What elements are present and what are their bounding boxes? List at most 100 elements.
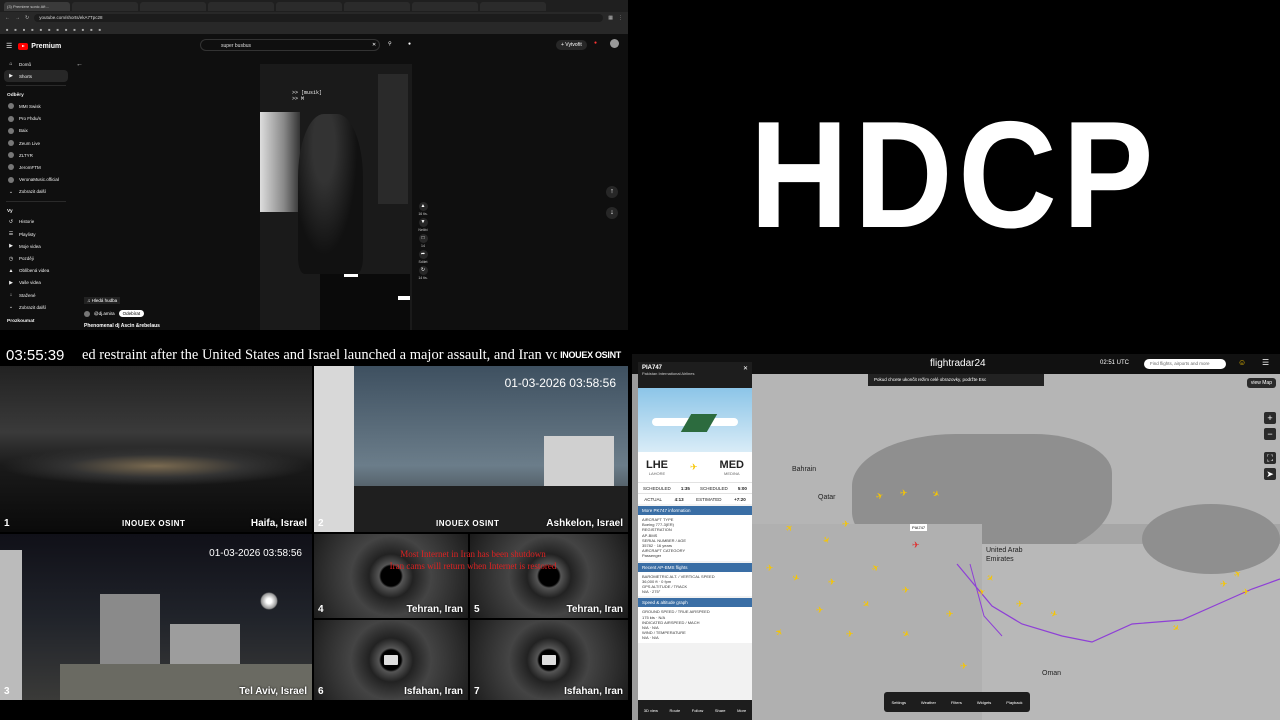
channel-name[interactable]: @dj.amira (94, 311, 115, 316)
browser-tab[interactable] (412, 1, 478, 11)
sidebar-item-show-more[interactable]: ⌄ Zobrazit další (0, 301, 72, 313)
bookmark-item[interactable]: ■ (6, 27, 8, 32)
search-icon[interactable]: ⚲ (388, 41, 392, 47)
bookmark-item[interactable]: ■ (65, 27, 67, 32)
section-more-info[interactable]: More PK747 information (638, 506, 752, 515)
forward-icon[interactable]: → (15, 15, 20, 21)
sidebar-item-subscription[interactable]: ZLTYR (0, 149, 72, 161)
section-speed-graph[interactable]: Speed & altitude graph (638, 598, 752, 608)
reload-icon[interactable]: ↻ (25, 15, 29, 21)
hamburger-icon[interactable]: ☰ (1262, 358, 1269, 367)
3d-view-button[interactable]: 3D view (644, 708, 658, 713)
extensions-icon[interactable]: ▦ (608, 15, 613, 21)
map[interactable]: Bahrain Qatar United Arab Emirates Oman P… (752, 374, 1280, 720)
aircraft-icon[interactable]: ✈ (960, 662, 968, 671)
aircraft-icon[interactable]: ✈ (946, 610, 954, 619)
microphone-icon[interactable]: ● (408, 41, 411, 47)
bookmark-item[interactable]: ■ (57, 27, 59, 32)
share-button[interactable]: Share (715, 708, 726, 713)
browser-tab[interactable] (344, 1, 410, 11)
zoom-out-button[interactable]: − (1264, 428, 1276, 440)
flightradar-logo[interactable]: flightradar24 (930, 358, 986, 369)
camera-feed-tehran-1[interactable]: 4 Tehran, Iran (314, 534, 468, 618)
aircraft-icon[interactable]: ✈ (846, 630, 854, 639)
camera-feed-tehran-2[interactable]: 5 Tehran, Iran (470, 534, 628, 618)
bookmark-item[interactable]: ■ (23, 27, 25, 32)
fullscreen-icon[interactable]: ⛶ (1264, 452, 1276, 464)
filters-button[interactable]: Filters (951, 700, 962, 705)
sidebar-item-subscription[interactable]: VeronaMusic.official (0, 174, 72, 186)
sidebar-item-shorts[interactable]: ▶ Shorts (4, 70, 68, 83)
browser-tab[interactable] (480, 1, 546, 11)
bookmark-item[interactable]: ■ (14, 27, 16, 32)
aircraft-icon[interactable]: ✈ (766, 564, 774, 573)
youtube-logo[interactable]: Premium (18, 42, 61, 50)
route-button[interactable]: Route (670, 708, 681, 713)
you-heading[interactable]: Vy (0, 205, 72, 216)
browser-tab[interactable] (140, 1, 206, 11)
search-input[interactable]: super busbus (200, 39, 380, 51)
sidebar-item-show-more[interactable]: ⌄ Zobrazit další (0, 186, 72, 198)
aircraft-icon[interactable]: ✈ (1016, 600, 1024, 609)
camera-feed-ashkelon[interactable]: 01-03-2026 03:58:56 2 INOUEX OSINT Ashke… (314, 366, 628, 532)
destination[interactable]: MED MEDINA (720, 459, 744, 476)
address-bar[interactable]: youtube.com/shorts/ekA7Tpc28 (34, 14, 604, 22)
weather-button[interactable]: Weather (921, 700, 936, 705)
back-arrow-icon[interactable]: ← (76, 61, 83, 68)
bookmark-item[interactable]: ■ (82, 27, 84, 32)
sidebar-item-liked[interactable]: ▲ Oblíbená videa (0, 265, 72, 277)
bookmark-item[interactable]: ■ (73, 27, 75, 32)
browser-tab[interactable]: (3) Premiere sonic Aft… (4, 1, 70, 11)
browser-tab[interactable] (208, 1, 274, 11)
sidebar-item-playlists[interactable]: ☰ Playlisty (0, 228, 72, 240)
clear-search-icon[interactable]: ✕ (372, 42, 376, 48)
camera-feed-isfahan-1[interactable]: 6 Isfahan, Iran (314, 620, 468, 700)
map-style-button[interactable]: view Map (1246, 378, 1276, 388)
aircraft-icon[interactable]: ✈ (900, 489, 908, 498)
sidebar-item-subscription[interactable]: JeromFTM (0, 161, 72, 173)
search-input[interactable]: Find flights, airports and more (1144, 359, 1226, 369)
menu-icon[interactable]: ⋮ (618, 15, 623, 21)
back-icon[interactable]: ← (5, 15, 10, 21)
aircraft-icon[interactable]: ✈ (902, 586, 910, 595)
widgets-button[interactable]: Widgets (977, 700, 991, 705)
sidebar-item-watch-later[interactable]: ◷ Později (0, 252, 72, 264)
user-icon[interactable]: ☺ (1238, 358, 1246, 367)
camera-feed-haifa[interactable]: 1 INOUEX OSINT Haifa, Israel (0, 366, 312, 532)
selected-aircraft-icon[interactable]: ✈ (912, 541, 920, 550)
aircraft-icon[interactable]: ✈ (842, 520, 850, 529)
bookmark-item[interactable]: ■ (48, 27, 50, 32)
create-button[interactable]: + Vytvořit (556, 40, 587, 50)
section-recent-flights[interactable]: Recent AP-BMS flights (638, 562, 752, 572)
settings-button[interactable]: Settings (891, 700, 905, 705)
notifications-icon[interactable]: ● (594, 40, 597, 46)
playback-button[interactable]: Playback (1006, 700, 1022, 705)
sidebar-item-your-videos[interactable]: ▶ Vaše videa (0, 277, 72, 289)
bookmark-item[interactable]: ■ (40, 27, 42, 32)
sidebar-item-history[interactable]: ↺ Historie (0, 216, 72, 228)
share-icon[interactable]: ➦ (418, 250, 428, 259)
channel-avatar[interactable] (84, 310, 90, 317)
bookmark-item[interactable]: ■ (31, 27, 33, 32)
bookmark-item[interactable]: ■ (90, 27, 92, 32)
zoom-in-button[interactable]: + (1264, 412, 1276, 424)
aircraft-icon[interactable]: ✈ (1242, 588, 1250, 597)
avatar[interactable] (610, 39, 619, 48)
sidebar-item-subscription[interactable]: Zeum Live (0, 137, 72, 149)
sidebar-item-subscription[interactable]: Baix (0, 125, 72, 137)
next-short-button[interactable]: ↓ (606, 207, 618, 219)
browser-tab[interactable] (72, 1, 138, 11)
browser-tab[interactable] (276, 1, 342, 11)
short-video-player[interactable]: >> [musik] >> M (260, 64, 412, 330)
follow-button[interactable]: Follow (692, 708, 704, 713)
sidebar-item-downloads[interactable]: ↓ Stažené (0, 289, 72, 301)
camera-feed-tel-aviv[interactable]: 01-03-2026 03:58:56 3 Tel Aviv, Israel (0, 534, 312, 700)
sidebar-item-home[interactable]: ⌂ Domů (0, 58, 72, 70)
close-icon[interactable]: ✕ (743, 365, 748, 372)
origin[interactable]: LHE LAHORE (646, 459, 668, 476)
aircraft-icon[interactable]: ✈ (1220, 580, 1228, 589)
bookmark-item[interactable]: ■ (99, 27, 101, 32)
previous-short-button[interactable]: ↑ (606, 186, 618, 198)
music-chip[interactable]: ♫ Hledá hudba (84, 297, 121, 304)
sidebar-item-subscription[interactable]: MMI Swisk (0, 100, 72, 112)
